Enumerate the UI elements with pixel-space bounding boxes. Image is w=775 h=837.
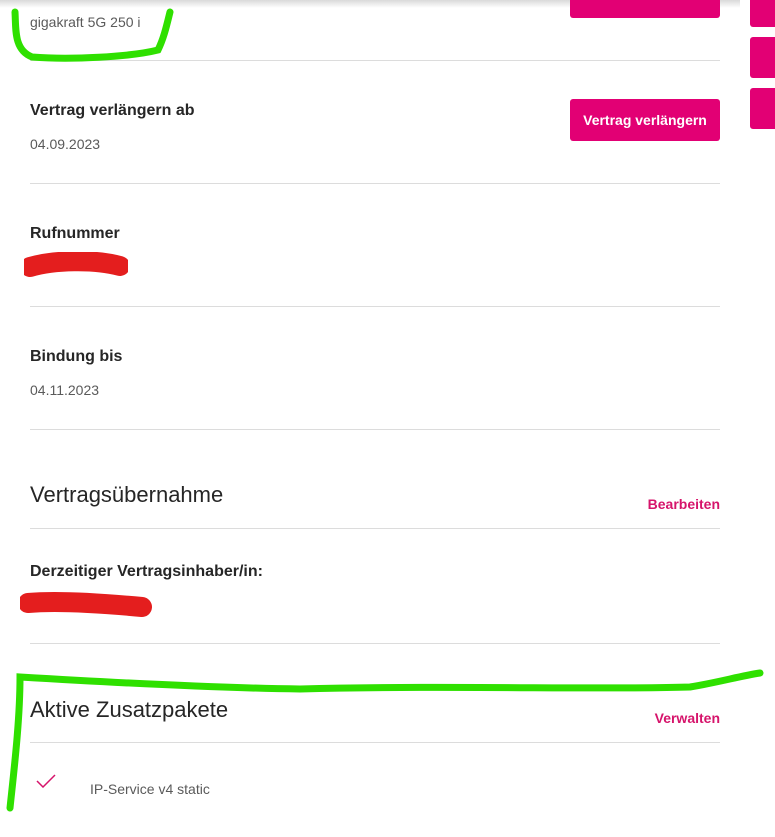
phone-redaction [24, 252, 128, 277]
holder-redaction [20, 591, 152, 617]
addons-title: Aktive Zusatzpakete [30, 697, 229, 722]
divider [30, 643, 720, 644]
divider [30, 60, 720, 61]
takeover-edit-link[interactable]: Bearbeiten [648, 496, 720, 512]
binding-label: Bindung bis [30, 348, 123, 365]
extend-label: Vertrag verlängern ab [30, 102, 195, 119]
check-icon [36, 774, 56, 788]
holder-label: Derzeitiger Vertragsinhaber/in: [30, 563, 263, 580]
divider [30, 528, 720, 529]
side-tab-1[interactable] [750, 0, 775, 27]
addons-manage-link[interactable]: Verwalten [655, 710, 720, 726]
divider [30, 742, 720, 743]
side-tab-2[interactable] [750, 37, 775, 78]
divider [30, 429, 720, 430]
phone-label: Rufnummer [30, 225, 120, 242]
extend-contract-button[interactable]: Vertrag verlängern [570, 99, 720, 141]
tariff-value: gigakraft 5G 250 i [30, 14, 141, 30]
binding-date: 04.11.2023 [30, 382, 100, 398]
top-action-button[interactable] [570, 0, 720, 18]
addon-item-name: IP-Service v4 static [90, 781, 210, 797]
divider [30, 183, 720, 184]
extend-date: 04.09.2023 [30, 136, 101, 152]
takeover-title: Vertragsübernahme [30, 482, 224, 507]
divider [30, 306, 720, 307]
side-tab-3[interactable] [750, 88, 775, 129]
